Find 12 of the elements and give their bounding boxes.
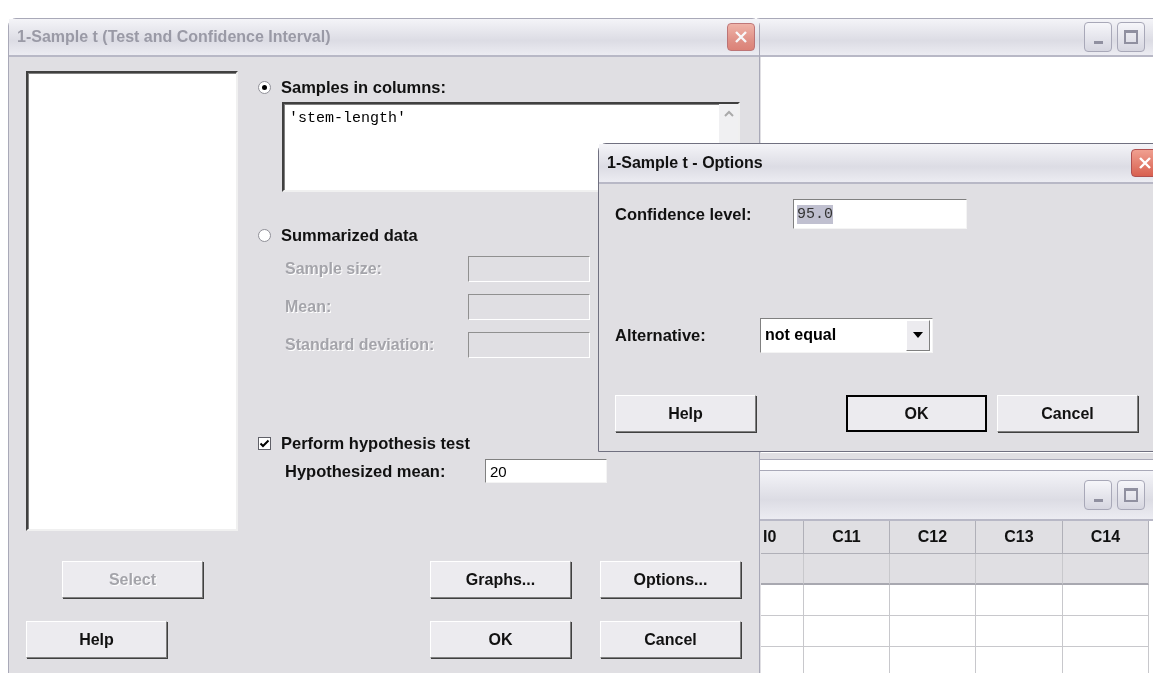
option-label: Summarized data xyxy=(281,225,418,245)
field-label: Sample size: xyxy=(285,260,383,278)
window-title: 1-Sample t (Test and Confidence Interval) xyxy=(17,28,331,46)
option-label: Samples in columns: xyxy=(281,77,447,97)
field-label: Hypothesized mean: xyxy=(285,461,447,481)
field-label: Standard deviation: xyxy=(285,336,436,354)
field-label: Alternative: xyxy=(615,325,707,345)
field-label: Confidence level: xyxy=(615,204,753,224)
field-value: 'stem-length' xyxy=(288,109,407,129)
field-label: Mean: xyxy=(285,298,333,316)
field-value: 95.0 xyxy=(797,204,833,224)
checkbox-label: Perform hypothesis test xyxy=(281,433,470,453)
